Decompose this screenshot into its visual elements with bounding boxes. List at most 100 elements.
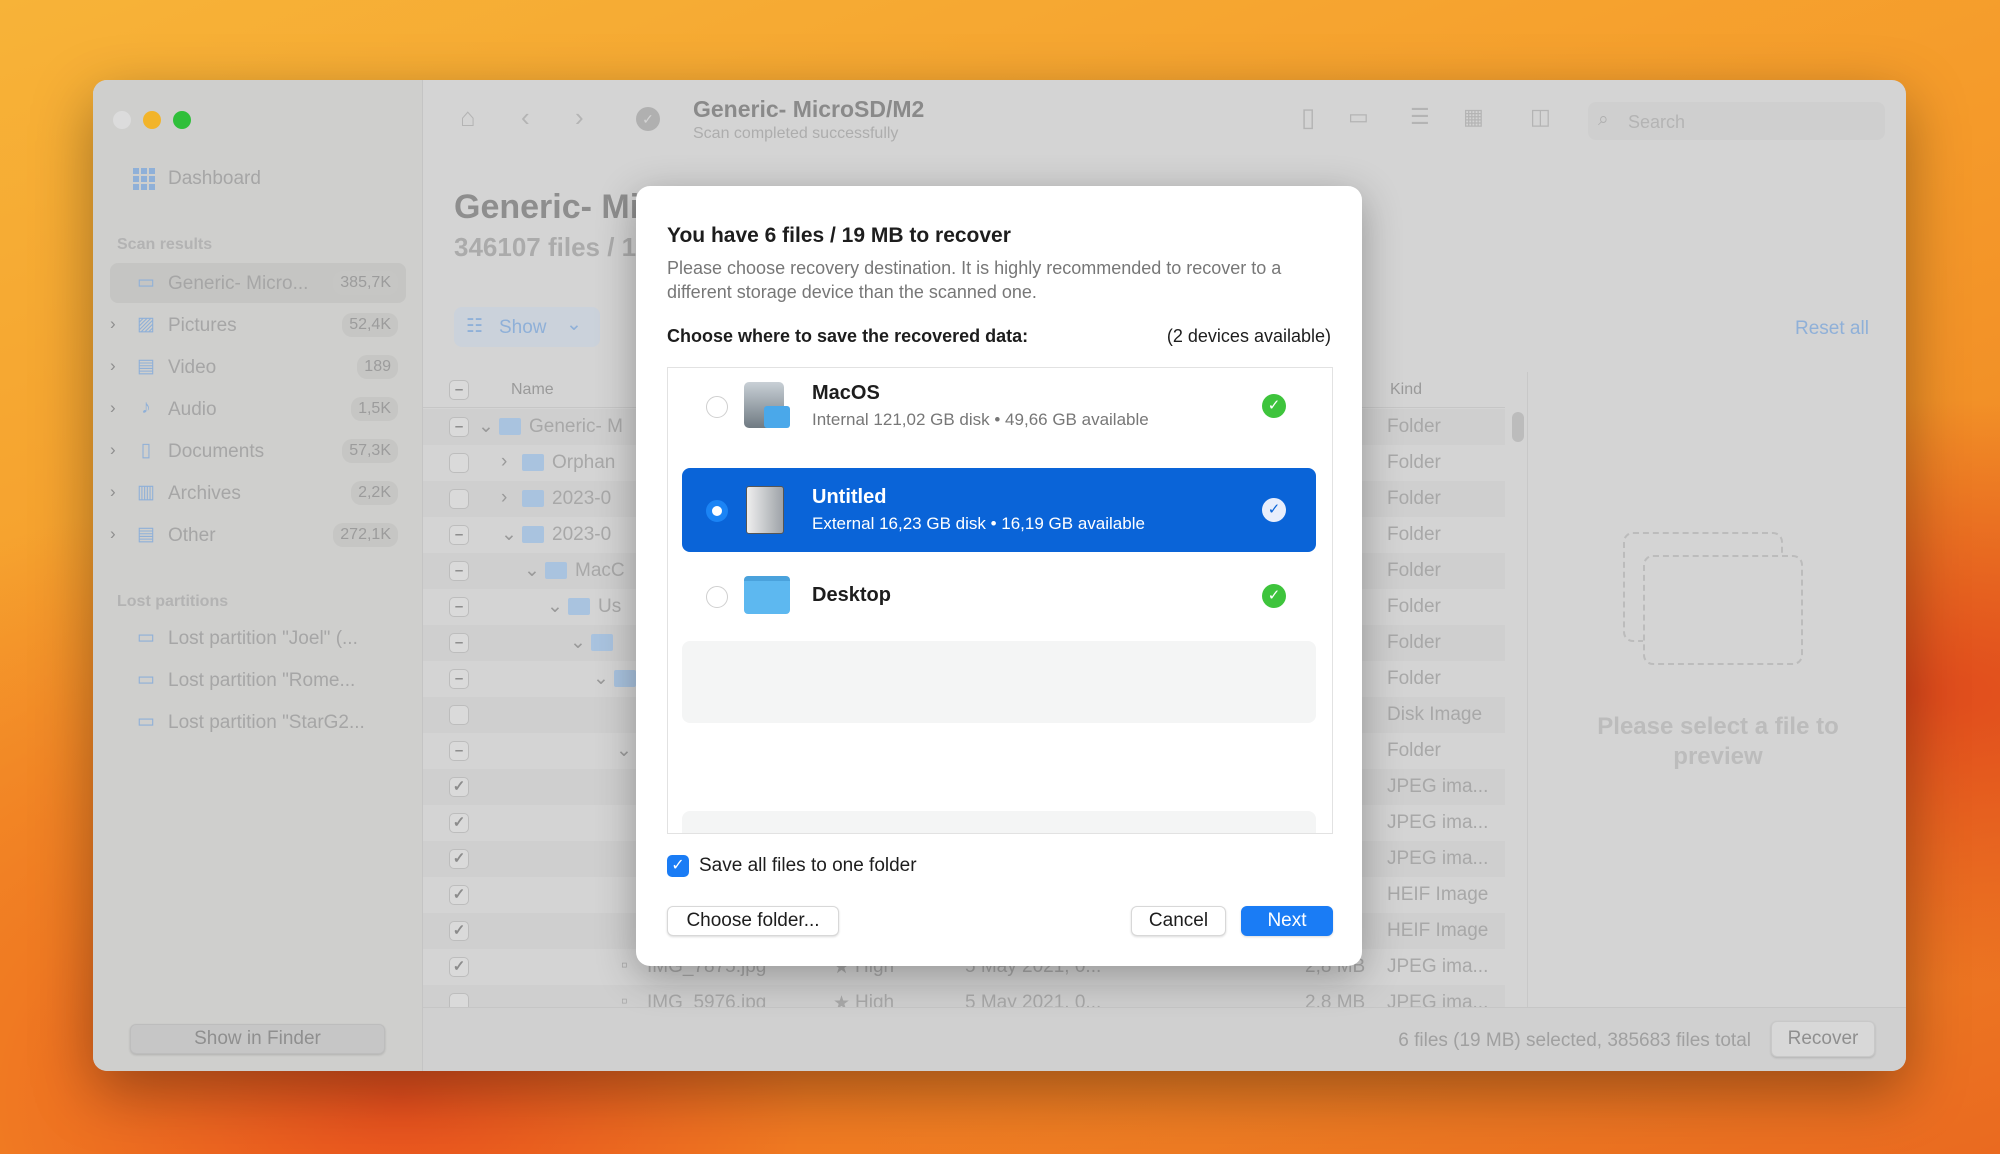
column-kind[interactable]: Kind bbox=[1390, 381, 1422, 399]
sidebar-item-other[interactable]: › ▤ Other 272,1K bbox=[110, 515, 406, 555]
minimize-button[interactable] bbox=[143, 111, 161, 129]
chevron-right-icon[interactable]: › bbox=[110, 314, 116, 334]
chevron-right-icon[interactable]: › bbox=[501, 451, 507, 473]
chevron-down-icon[interactable]: ⌄ bbox=[478, 415, 494, 438]
sidebar-item-lost-partition[interactable]: ▭ Lost partition "Rome... bbox=[110, 660, 406, 700]
row-kind: Folder bbox=[1387, 668, 1441, 689]
chevron-down-icon[interactable]: ⌄ bbox=[501, 523, 517, 546]
list-view-icon[interactable]: ☰ bbox=[1410, 104, 1430, 130]
sidebar-dashboard[interactable]: Dashboard bbox=[168, 168, 261, 190]
row-checkbox[interactable]: ✓ bbox=[449, 921, 469, 941]
search-input[interactable]: ⌕ Search bbox=[1588, 102, 1885, 140]
row-checkbox[interactable]: – bbox=[449, 669, 469, 689]
dialog-description: Please choose recovery destination. It i… bbox=[667, 258, 1282, 302]
chevron-down-icon[interactable]: ⌄ bbox=[593, 667, 609, 690]
row-checkbox[interactable]: – bbox=[449, 417, 469, 437]
sidebar-item-archives[interactable]: › ▥ Archives 2,2K bbox=[110, 473, 406, 513]
row-checkbox[interactable] bbox=[449, 453, 469, 473]
chevron-right-icon[interactable]: › bbox=[501, 487, 507, 509]
row-checkbox[interactable]: – bbox=[449, 633, 469, 653]
sidebar-item-label: Generic- Micro... bbox=[168, 273, 309, 294]
row-checkbox[interactable]: – bbox=[449, 561, 469, 581]
show-label: Show bbox=[499, 317, 547, 338]
row-kind: Folder bbox=[1387, 740, 1441, 761]
sidebar-item-lost-partition[interactable]: ▭ Lost partition "StarG2... bbox=[110, 702, 406, 742]
close-button[interactable] bbox=[113, 111, 131, 129]
row-kind: Folder bbox=[1387, 452, 1441, 473]
reset-all-link[interactable]: Reset all bbox=[1795, 318, 1869, 340]
row-checkbox[interactable]: ✓ bbox=[449, 957, 469, 977]
row-checkbox[interactable]: – bbox=[449, 741, 469, 761]
sidebar-item-generic-micro-[interactable]: ▭ Generic- Micro... 385,7K bbox=[110, 263, 406, 303]
zoom-button[interactable] bbox=[173, 111, 191, 129]
radio-button[interactable] bbox=[706, 500, 728, 522]
chevron-down-icon[interactable]: ⌄ bbox=[547, 595, 563, 618]
sidebar-toggle-icon[interactable]: ◫ bbox=[1530, 104, 1551, 130]
checkmark-icon: ✓ bbox=[1262, 394, 1286, 418]
sidebar-item-label: Lost partition "Joel" (... bbox=[168, 628, 358, 649]
empty-slot bbox=[682, 641, 1316, 723]
checkmark-icon: ✓ bbox=[1262, 584, 1286, 608]
chevron-down-icon[interactable]: ⌄ bbox=[616, 739, 632, 762]
device-macos[interactable]: MacOS Internal 121,02 GB disk • 49,66 GB… bbox=[682, 368, 1316, 448]
show-filter-button[interactable]: ☷ Show ⌄ bbox=[454, 307, 600, 347]
select-all-checkbox[interactable]: – bbox=[449, 380, 469, 400]
music-note-icon: ♪ bbox=[141, 397, 151, 418]
choose-folder-button[interactable]: Choose folder... bbox=[667, 906, 839, 936]
scrollbar[interactable] bbox=[1512, 412, 1524, 442]
devices-count: (2 devices available) bbox=[1166, 326, 1331, 346]
sidebar-item-label: Other bbox=[168, 525, 216, 546]
sidebar-item-label: Documents bbox=[168, 441, 265, 462]
count-badge: 189 bbox=[357, 355, 398, 379]
file-icon[interactable]: ▯ bbox=[1301, 102, 1315, 133]
grid-icon bbox=[133, 168, 155, 190]
save-one-folder-checkbox[interactable]: ✓ bbox=[667, 855, 689, 877]
show-in-finder-button[interactable]: Show in Finder bbox=[130, 1024, 385, 1054]
document-icon: ▯ bbox=[140, 440, 152, 461]
chevron-down-icon[interactable]: ⌄ bbox=[570, 631, 586, 654]
folder-icon bbox=[591, 634, 613, 651]
chevron-right-icon[interactable]: › bbox=[110, 524, 116, 544]
chevron-right-icon[interactable]: › bbox=[110, 398, 116, 418]
sidebar-item-documents[interactable]: › ▯ Documents 57,3K bbox=[110, 431, 406, 471]
external-drive-icon bbox=[746, 486, 784, 534]
chevron-right-icon[interactable]: › bbox=[110, 440, 116, 460]
grid-view-icon[interactable]: ▦ bbox=[1463, 104, 1484, 130]
row-checkbox[interactable] bbox=[449, 705, 469, 725]
row-name: 2023-0 bbox=[552, 524, 612, 545]
row-checkbox[interactable]: ✓ bbox=[449, 813, 469, 833]
row-checkbox[interactable] bbox=[449, 489, 469, 509]
row-checkbox[interactable]: – bbox=[449, 597, 469, 617]
sidebar-item-video[interactable]: › ▤ Video 189 bbox=[110, 347, 406, 387]
radio-button[interactable] bbox=[706, 396, 728, 418]
column-name[interactable]: Name bbox=[511, 381, 554, 399]
count-badge: 2,2K bbox=[351, 481, 398, 505]
chevron-right-icon[interactable]: › bbox=[110, 482, 116, 502]
chevron-down-icon[interactable]: ⌄ bbox=[524, 559, 540, 582]
radio-button[interactable] bbox=[706, 586, 728, 608]
row-checkbox[interactable]: ✓ bbox=[449, 885, 469, 905]
device-desktop[interactable]: Desktop ✓ bbox=[682, 554, 1316, 638]
sidebar-item-label: Lost partition "Rome... bbox=[168, 670, 356, 691]
sidebar-item-lost-partition[interactable]: ▭ Lost partition "Joel" (... bbox=[110, 618, 406, 658]
drive-icon: ▭ bbox=[137, 627, 155, 648]
window-title: Generic- MicroSD/M2 bbox=[693, 96, 925, 122]
row-checkbox[interactable]: – bbox=[449, 525, 469, 545]
device-untitled[interactable]: Untitled External 16,23 GB disk • 16,19 … bbox=[682, 468, 1316, 552]
sidebar-item-pictures[interactable]: › ▨ Pictures 52,4K bbox=[110, 305, 406, 345]
chevron-right-icon[interactable]: › bbox=[110, 356, 116, 376]
device-detail: Internal 121,02 GB disk • 49,66 GB avail… bbox=[812, 410, 1149, 429]
forward-icon[interactable]: › bbox=[575, 102, 584, 133]
row-name: Orphan bbox=[552, 452, 616, 473]
home-icon[interactable]: ⌂ bbox=[460, 102, 476, 133]
next-button[interactable]: Next bbox=[1241, 906, 1333, 936]
row-checkbox[interactable]: ✓ bbox=[449, 777, 469, 797]
row-checkbox[interactable]: ✓ bbox=[449, 849, 469, 869]
row-kind: Folder bbox=[1387, 560, 1441, 581]
sidebar-item-audio[interactable]: › ♪ Audio 1,5K bbox=[110, 389, 406, 429]
folder-view-icon[interactable]: ▭ bbox=[1348, 104, 1369, 130]
cancel-button[interactable]: Cancel bbox=[1131, 906, 1226, 936]
sidebar-item-label: Audio bbox=[168, 399, 217, 420]
back-icon[interactable]: ‹ bbox=[521, 102, 530, 133]
recover-button[interactable]: Recover bbox=[1771, 1021, 1875, 1057]
